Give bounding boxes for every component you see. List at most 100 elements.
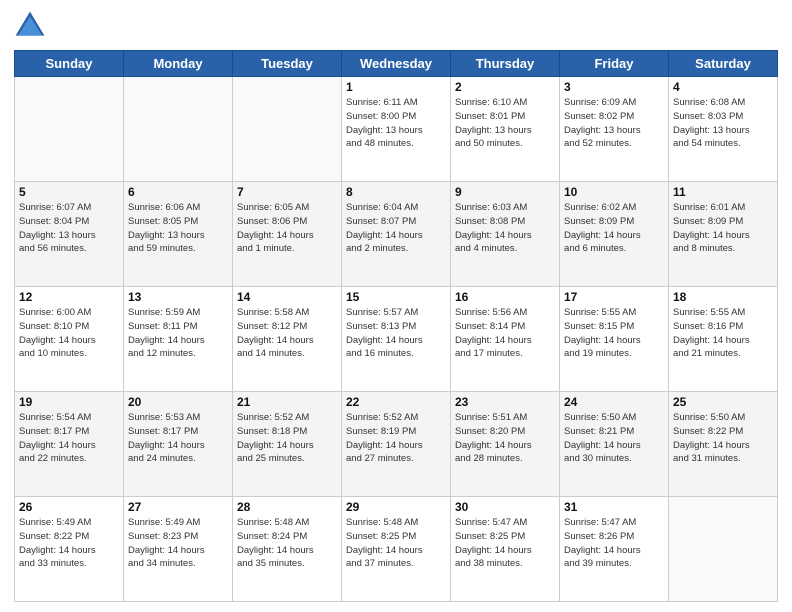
calendar-cell: 30Sunrise: 5:47 AM Sunset: 8:25 PM Dayli… xyxy=(451,497,560,602)
header xyxy=(14,10,778,42)
day-info: Sunrise: 5:50 AM Sunset: 8:22 PM Dayligh… xyxy=(673,411,773,466)
calendar-header-row: SundayMondayTuesdayWednesdayThursdayFrid… xyxy=(15,51,778,77)
calendar-cell: 24Sunrise: 5:50 AM Sunset: 8:21 PM Dayli… xyxy=(560,392,669,497)
calendar-cell: 28 Sunrise: 5:48 AM Sunset: 8:24 PM Dayli… xyxy=(233,497,342,602)
day-number: 11 xyxy=(673,185,773,199)
calendar-cell: 13Sunrise: 5:59 AM Sunset: 8:11 PM Dayli… xyxy=(124,287,233,392)
day-info: Sunrise: 6:05 AM Sunset: 8:06 PM Dayligh… xyxy=(237,201,337,256)
weekday-header-friday: Friday xyxy=(560,51,669,77)
day-number: 9 xyxy=(455,185,555,199)
calendar-cell: 11 Sunrise: 6:01 AM Sunset: 8:09 PM Dayli… xyxy=(669,182,778,287)
calendar-cell: 6 Sunrise: 6:06 AM Sunset: 8:05 PM Daylig… xyxy=(124,182,233,287)
calendar-cell: 19 Sunrise: 5:54 AM Sunset: 8:17 PM Dayli… xyxy=(15,392,124,497)
day-info: Sunrise: 5:53 AM Sunset: 8:17 PM Dayligh… xyxy=(128,411,228,466)
calendar-week-row: 26 Sunrise: 5:49 AM Sunset: 8:22 PM Dayli… xyxy=(15,497,778,602)
calendar-week-row: 12 Sunrise: 6:00 AM Sunset: 8:10 PM Dayli… xyxy=(15,287,778,392)
calendar-cell: 21 Sunrise: 5:52 AM Sunset: 8:18 PM Dayli… xyxy=(233,392,342,497)
logo xyxy=(14,10,50,42)
day-info: Sunrise: 5:48 AM Sunset: 8:24 PM Dayligh… xyxy=(237,516,337,571)
day-number: 15 xyxy=(346,290,446,304)
calendar-cell: 9 Sunrise: 6:03 AM Sunset: 8:08 PM Daylig… xyxy=(451,182,560,287)
day-info: Sunrise: 5:52 AM Sunset: 8:19 PM Dayligh… xyxy=(346,411,446,466)
logo-icon xyxy=(14,10,46,42)
weekday-header-monday: Monday xyxy=(124,51,233,77)
calendar-cell: 29 Sunrise: 5:48 AM Sunset: 8:25 PM Dayli… xyxy=(342,497,451,602)
day-number: 26 xyxy=(19,500,119,514)
day-info: Sunrise: 5:48 AM Sunset: 8:25 PM Dayligh… xyxy=(346,516,446,571)
calendar-cell xyxy=(124,77,233,182)
calendar-cell: 16 Sunrise: 5:56 AM Sunset: 8:14 PM Dayli… xyxy=(451,287,560,392)
page: SundayMondayTuesdayWednesdayThursdayFrid… xyxy=(0,0,792,612)
day-info: Sunrise: 5:56 AM Sunset: 8:14 PM Dayligh… xyxy=(455,306,555,361)
calendar-cell xyxy=(233,77,342,182)
day-number: 31 xyxy=(564,500,664,514)
calendar-body: 1Sunrise: 6:11 AM Sunset: 8:00 PM Daylig… xyxy=(15,77,778,602)
calendar-table: SundayMondayTuesdayWednesdayThursdayFrid… xyxy=(14,50,778,602)
day-number: 16 xyxy=(455,290,555,304)
calendar-cell: 12 Sunrise: 6:00 AM Sunset: 8:10 PM Dayli… xyxy=(15,287,124,392)
calendar-cell: 2 Sunrise: 6:10 AM Sunset: 8:01 PM Daylig… xyxy=(451,77,560,182)
weekday-header-saturday: Saturday xyxy=(669,51,778,77)
day-number: 7 xyxy=(237,185,337,199)
day-number: 20 xyxy=(128,395,228,409)
calendar-cell: 15 Sunrise: 5:57 AM Sunset: 8:13 PM Dayli… xyxy=(342,287,451,392)
calendar-cell: 27 Sunrise: 5:49 AM Sunset: 8:23 PM Dayli… xyxy=(124,497,233,602)
calendar-week-row: 19 Sunrise: 5:54 AM Sunset: 8:17 PM Dayli… xyxy=(15,392,778,497)
day-info: Sunrise: 5:47 AM Sunset: 8:25 PM Dayligh… xyxy=(455,516,555,571)
calendar-cell: 25Sunrise: 5:50 AM Sunset: 8:22 PM Dayli… xyxy=(669,392,778,497)
day-info: Sunrise: 6:03 AM Sunset: 8:08 PM Dayligh… xyxy=(455,201,555,256)
day-number: 27 xyxy=(128,500,228,514)
calendar-cell: 8 Sunrise: 6:04 AM Sunset: 8:07 PM Daylig… xyxy=(342,182,451,287)
day-info: Sunrise: 6:02 AM Sunset: 8:09 PM Dayligh… xyxy=(564,201,664,256)
calendar-cell: 22 Sunrise: 5:52 AM Sunset: 8:19 PM Dayli… xyxy=(342,392,451,497)
day-info: Sunrise: 6:10 AM Sunset: 8:01 PM Dayligh… xyxy=(455,96,555,151)
calendar-cell: 10Sunrise: 6:02 AM Sunset: 8:09 PM Dayli… xyxy=(560,182,669,287)
day-number: 8 xyxy=(346,185,446,199)
day-info: Sunrise: 6:06 AM Sunset: 8:05 PM Dayligh… xyxy=(128,201,228,256)
day-info: Sunrise: 6:01 AM Sunset: 8:09 PM Dayligh… xyxy=(673,201,773,256)
day-number: 2 xyxy=(455,80,555,94)
calendar-cell: 26 Sunrise: 5:49 AM Sunset: 8:22 PM Dayli… xyxy=(15,497,124,602)
day-info: Sunrise: 6:08 AM Sunset: 8:03 PM Dayligh… xyxy=(673,96,773,151)
day-info: Sunrise: 5:52 AM Sunset: 8:18 PM Dayligh… xyxy=(237,411,337,466)
day-number: 12 xyxy=(19,290,119,304)
weekday-header-wednesday: Wednesday xyxy=(342,51,451,77)
day-info: Sunrise: 5:54 AM Sunset: 8:17 PM Dayligh… xyxy=(19,411,119,466)
day-number: 13 xyxy=(128,290,228,304)
day-number: 24 xyxy=(564,395,664,409)
day-info: Sunrise: 5:55 AM Sunset: 8:16 PM Dayligh… xyxy=(673,306,773,361)
day-info: Sunrise: 5:57 AM Sunset: 8:13 PM Dayligh… xyxy=(346,306,446,361)
calendar-cell: 5Sunrise: 6:07 AM Sunset: 8:04 PM Daylig… xyxy=(15,182,124,287)
day-number: 3 xyxy=(564,80,664,94)
day-number: 18 xyxy=(673,290,773,304)
calendar-cell: 31 Sunrise: 5:47 AM Sunset: 8:26 PM Dayli… xyxy=(560,497,669,602)
day-number: 22 xyxy=(346,395,446,409)
day-number: 19 xyxy=(19,395,119,409)
day-info: Sunrise: 5:49 AM Sunset: 8:23 PM Dayligh… xyxy=(128,516,228,571)
day-number: 6 xyxy=(128,185,228,199)
weekday-header-thursday: Thursday xyxy=(451,51,560,77)
day-info: Sunrise: 6:09 AM Sunset: 8:02 PM Dayligh… xyxy=(564,96,664,151)
calendar-cell: 18 Sunrise: 5:55 AM Sunset: 8:16 PM Dayli… xyxy=(669,287,778,392)
day-info: Sunrise: 5:51 AM Sunset: 8:20 PM Dayligh… xyxy=(455,411,555,466)
calendar-cell: 3 Sunrise: 6:09 AM Sunset: 8:02 PM Daylig… xyxy=(560,77,669,182)
day-number: 23 xyxy=(455,395,555,409)
day-info: Sunrise: 5:58 AM Sunset: 8:12 PM Dayligh… xyxy=(237,306,337,361)
day-info: Sunrise: 6:07 AM Sunset: 8:04 PM Dayligh… xyxy=(19,201,119,256)
day-info: Sunrise: 5:47 AM Sunset: 8:26 PM Dayligh… xyxy=(564,516,664,571)
day-number: 28 xyxy=(237,500,337,514)
calendar-cell: 7 Sunrise: 6:05 AM Sunset: 8:06 PM Daylig… xyxy=(233,182,342,287)
calendar-cell: 1Sunrise: 6:11 AM Sunset: 8:00 PM Daylig… xyxy=(342,77,451,182)
day-number: 14 xyxy=(237,290,337,304)
day-info: Sunrise: 6:04 AM Sunset: 8:07 PM Dayligh… xyxy=(346,201,446,256)
day-number: 17 xyxy=(564,290,664,304)
calendar-cell: 20 Sunrise: 5:53 AM Sunset: 8:17 PM Dayli… xyxy=(124,392,233,497)
calendar-week-row: 5Sunrise: 6:07 AM Sunset: 8:04 PM Daylig… xyxy=(15,182,778,287)
day-info: Sunrise: 5:49 AM Sunset: 8:22 PM Dayligh… xyxy=(19,516,119,571)
calendar-cell: 23 Sunrise: 5:51 AM Sunset: 8:20 PM Dayli… xyxy=(451,392,560,497)
calendar-cell: 14 Sunrise: 5:58 AM Sunset: 8:12 PM Dayli… xyxy=(233,287,342,392)
day-number: 21 xyxy=(237,395,337,409)
day-number: 29 xyxy=(346,500,446,514)
day-info: Sunrise: 6:00 AM Sunset: 8:10 PM Dayligh… xyxy=(19,306,119,361)
calendar-cell xyxy=(15,77,124,182)
